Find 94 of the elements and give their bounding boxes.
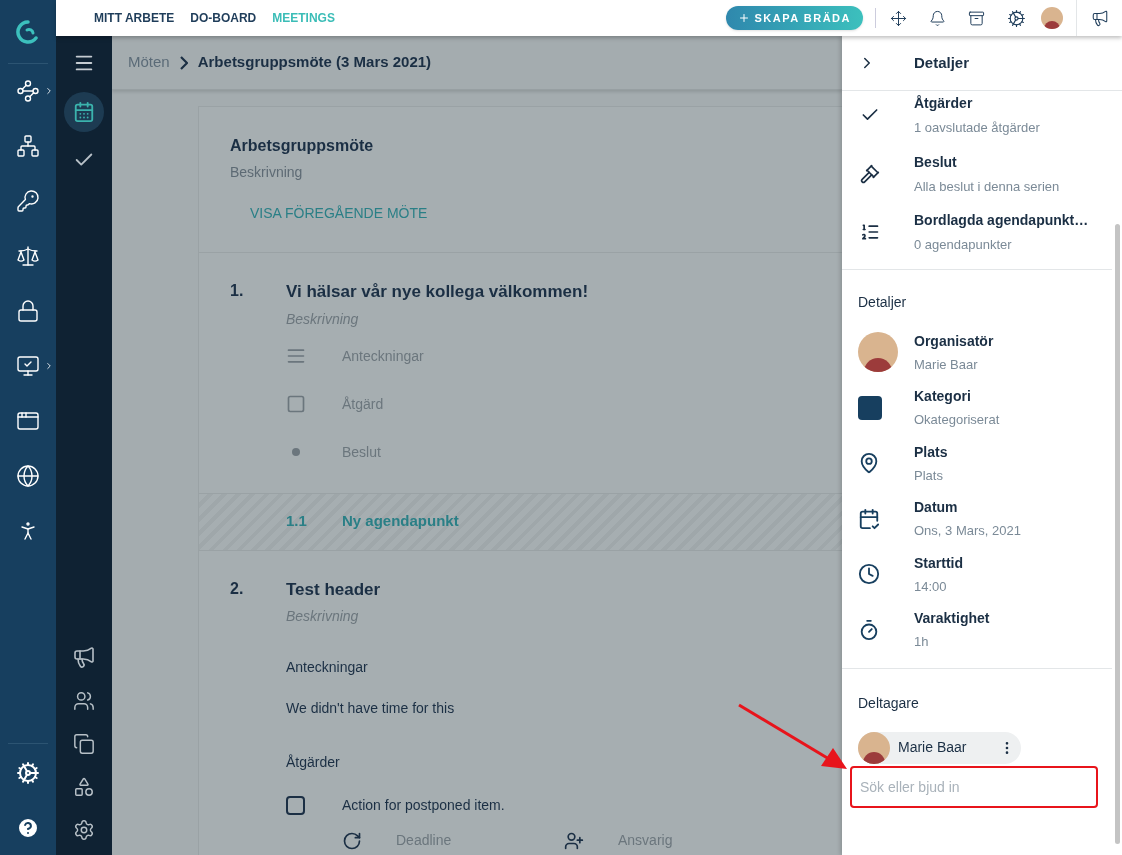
gavel-icon xyxy=(860,163,880,184)
numbered-list-icon xyxy=(860,222,880,243)
module-menu-item[interactable] xyxy=(64,92,104,132)
detail-value: Ons, 3 Mars, 2021 xyxy=(914,522,1021,540)
checkbox[interactable] xyxy=(286,796,305,815)
panel-link[interactable]: Bordlagda agendapunkt… 0 agendapunkter xyxy=(842,210,1112,255)
owner-label[interactable]: Ansvarig xyxy=(618,830,673,851)
section-heading: Detaljer xyxy=(858,292,908,312)
detail-title: Datum xyxy=(914,498,959,517)
entry-label[interactable]: Anteckningar xyxy=(342,345,424,367)
actions-heading: Åtgärder xyxy=(286,753,341,772)
copy-icon[interactable] xyxy=(73,733,95,755)
people-icon[interactable] xyxy=(73,690,95,712)
user-avatar xyxy=(1041,7,1063,29)
add-person-icon[interactable] xyxy=(564,830,584,851)
detail-value: 1h xyxy=(914,633,930,651)
detail-title: Kategori xyxy=(914,387,972,406)
entry-label[interactable]: Åtgärd xyxy=(342,393,384,415)
action-text: Action for postponed item. xyxy=(342,796,505,815)
notes-icon xyxy=(286,346,306,366)
notes-heading: Anteckningar xyxy=(286,658,369,677)
notification-icon[interactable] xyxy=(929,9,946,27)
location-pin-icon xyxy=(858,452,880,475)
new-agenda-item-row[interactable]: 1.1 Ny agendapunkt xyxy=(199,492,842,551)
link-title: Beslut xyxy=(914,152,958,172)
chevron-right-icon xyxy=(179,55,188,70)
plus-icon xyxy=(738,12,751,24)
calendar-icon xyxy=(858,507,880,530)
item-description: Beskrivning xyxy=(286,607,360,626)
chevron-right-icon xyxy=(44,361,54,371)
breadcrumb-link[interactable]: Möten xyxy=(128,51,170,74)
create-board-button[interactable]: SKAPA BRÄDA xyxy=(726,6,863,30)
panel-link[interactable]: Beslut Alla beslut i denna serien xyxy=(842,151,1112,196)
scales-icon[interactable] xyxy=(16,244,40,268)
nav-tab[interactable]: MITT ARBETE xyxy=(94,9,175,27)
participant-name: Marie Baar xyxy=(898,738,968,757)
avatar-icon xyxy=(858,731,890,764)
avatar-icon xyxy=(858,332,898,373)
shapes-icon[interactable] xyxy=(73,776,95,798)
key-icon[interactable] xyxy=(16,189,40,213)
move-icon[interactable] xyxy=(890,9,907,27)
megaphone-icon[interactable] xyxy=(72,645,96,669)
link-subtitle: Alla beslut i denna serien xyxy=(914,177,1060,196)
item-number: 1. xyxy=(230,281,245,301)
calendar-icon xyxy=(73,101,95,123)
detail-title: Organisatör xyxy=(914,331,994,351)
detail-title: Starttid xyxy=(914,553,963,573)
item-number: 2. xyxy=(230,578,245,599)
window-icon[interactable] xyxy=(16,409,40,433)
monitor-check-icon[interactable] xyxy=(16,354,40,378)
globe-icon[interactable] xyxy=(16,464,40,488)
detail-title: Plats xyxy=(914,442,948,462)
link-title: Åtgärder xyxy=(914,94,974,113)
settings-icon[interactable] xyxy=(1007,8,1026,28)
archive-icon[interactable] xyxy=(968,9,985,27)
stopwatch-icon xyxy=(858,618,880,641)
participant-chip[interactable]: Marie Baar xyxy=(858,731,1021,764)
checkbox-icon[interactable] xyxy=(286,394,306,414)
section-heading: Deltagare xyxy=(858,693,920,713)
nav-tab[interactable]: DO-BOARD xyxy=(190,9,257,27)
detail-title: Varaktighet xyxy=(914,609,990,628)
detail-value: Okategoriserat xyxy=(914,411,1000,429)
lock-icon[interactable] xyxy=(16,299,40,323)
deadline-label[interactable]: Deadline xyxy=(396,830,564,851)
megaphone-icon[interactable] xyxy=(1090,9,1109,27)
invite-field[interactable]: Sök eller bjud in xyxy=(850,765,1098,808)
item-title: Vi hälsar vår nye kollega välkommen! xyxy=(286,281,590,303)
panel-title: Detaljer xyxy=(914,52,970,73)
breadcrumb-current: Arbetsgruppsmöte (3 Mars 2021) xyxy=(197,52,432,73)
chevron-right-icon xyxy=(44,86,54,96)
item-title: Ny agendapunkt xyxy=(342,511,459,532)
logo-icon xyxy=(15,19,41,45)
item-description: Beskrivning xyxy=(286,309,360,329)
panel-link[interactable]: Åtgärder 1 oavslutade åtgärder xyxy=(842,93,1112,138)
detail-value: Marie Baar xyxy=(914,355,979,374)
nav-tab[interactable]: MEETINGS xyxy=(272,9,335,27)
link-title: Bordlagda agendapunkt… xyxy=(914,211,1089,230)
link-subtitle: 1 oavslutade åtgärder xyxy=(914,119,1040,137)
clock-icon xyxy=(858,563,880,586)
settings-icon[interactable] xyxy=(73,819,95,841)
category-square-icon xyxy=(858,395,882,420)
meeting-title: Arbetsgruppsmöte xyxy=(230,136,375,156)
previous-meeting-link[interactable]: VISA FÖREGÅENDE MÖTE xyxy=(250,203,811,224)
item-number: 1.1 xyxy=(286,511,308,532)
bullet-icon xyxy=(292,448,300,456)
item-title: Test header xyxy=(286,578,382,601)
help-icon[interactable] xyxy=(16,816,40,840)
link-subtitle: 0 agendapunkter xyxy=(914,236,1013,254)
entry-label[interactable]: Beslut xyxy=(342,441,381,463)
detail-value: Plats xyxy=(914,466,944,485)
settings-icon[interactable] xyxy=(16,761,40,785)
notes-text: We didn't have time for this xyxy=(286,699,456,718)
detail-value: 14:00 xyxy=(914,577,948,596)
meeting-description: Beskrivning xyxy=(230,163,304,182)
